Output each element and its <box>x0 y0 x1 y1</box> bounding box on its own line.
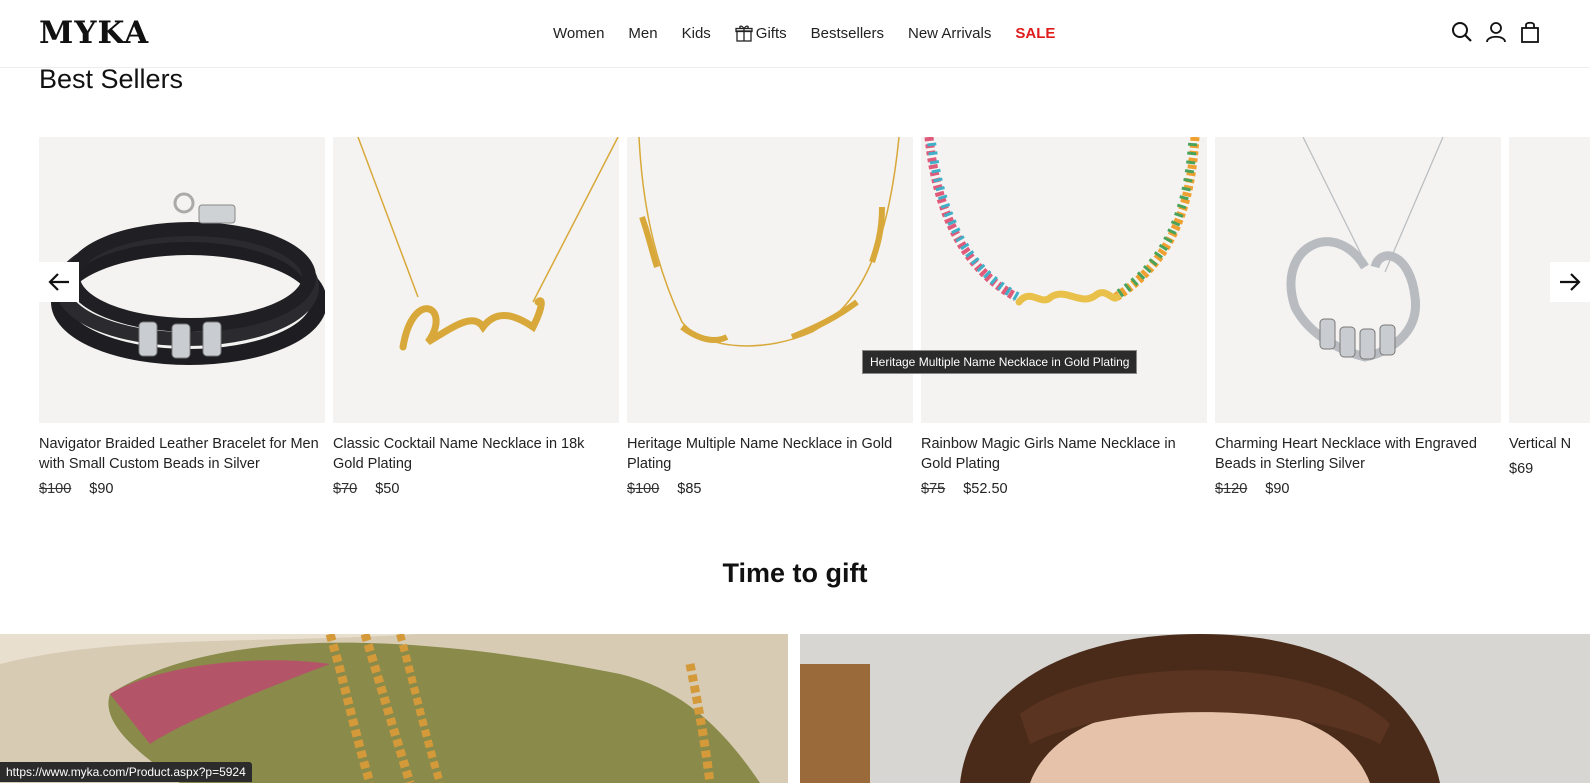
nav-gifts-label: Gifts <box>755 24 787 42</box>
gift-banner-portrait[interactable] <box>800 634 1590 783</box>
product-name[interactable]: Rainbow Magic Girls Name Necklace in Gol… <box>921 434 1207 474</box>
product-old-price: $100 <box>627 481 660 497</box>
status-bar-url: https://www.myka.com/Product.aspx?p=5924 <box>0 762 252 782</box>
product-old-price: $100 <box>39 481 72 497</box>
nav-bestsellers[interactable]: Bestsellers <box>811 25 884 42</box>
best-sellers-carousel: Navigator Braided Leather Bracelet for M… <box>39 137 1590 497</box>
product-card[interactable]: Rainbow Magic Girls Name Necklace in Gol… <box>921 137 1207 497</box>
carousel-next-button[interactable] <box>1550 262 1590 302</box>
product-image-multiple-name-necklace[interactable] <box>627 137 913 423</box>
best-sellers-title: Best Sellers <box>39 64 184 94</box>
product-price: $90 <box>1265 481 1290 497</box>
nav-men[interactable]: Men <box>628 25 657 42</box>
product-card[interactable]: Heritage Multiple Name Necklace in Gold … <box>627 137 913 497</box>
site-logo[interactable]: MYKA <box>39 15 149 51</box>
product-name[interactable]: Charming Heart Necklace with Engraved Be… <box>1215 434 1501 474</box>
time-to-gift-title: Time to gift <box>722 558 868 588</box>
product-name[interactable]: Navigator Braided Leather Bracelet for M… <box>39 434 325 474</box>
product-image-heart-necklace[interactable] <box>1215 137 1501 423</box>
carousel-prev-button[interactable] <box>39 262 79 302</box>
gift-banner-chains[interactable] <box>0 634 788 783</box>
product-name[interactable]: Classic Cocktail Name Necklace in 18k Go… <box>333 434 619 474</box>
product-price: $50 <box>375 481 400 497</box>
nav-new-arrivals[interactable]: New Arrivals <box>908 25 991 42</box>
product-card[interactable]: Navigator Braided Leather Bracelet for M… <box>39 137 325 497</box>
product-image-rainbow-necklace[interactable] <box>921 137 1207 423</box>
search-icon[interactable] <box>1450 20 1474 44</box>
product-old-price: $70 <box>333 481 358 497</box>
nav-kids[interactable]: Kids <box>682 25 711 42</box>
header-actions <box>1450 20 1542 44</box>
gift-icon <box>735 25 753 42</box>
product-price: $52.50 <box>963 481 1008 497</box>
product-image-name-necklace[interactable] <box>333 137 619 423</box>
nav-sale[interactable]: SALE <box>1015 25 1055 42</box>
nav-gifts[interactable]: Gifts <box>735 24 787 42</box>
arrow-right-icon <box>1560 273 1581 291</box>
product-price: $69 <box>1509 461 1534 477</box>
product-prices: $75 $52.50 <box>921 481 1207 497</box>
account-icon[interactable] <box>1484 20 1508 44</box>
product-prices: $100 $90 <box>39 481 325 497</box>
product-tooltip: Heritage Multiple Name Necklace in Gold … <box>862 350 1138 374</box>
product-prices: $100 $85 <box>627 481 913 497</box>
main-nav: Women Men Kids Gifts Bestsellers New Arr… <box>553 24 1079 42</box>
shopping-bag-icon[interactable] <box>1518 20 1542 44</box>
product-card[interactable]: Classic Cocktail Name Necklace in 18k Go… <box>333 137 619 497</box>
product-image-bracelet[interactable] <box>39 137 325 423</box>
product-card[interactable]: Vertical N $69 <box>1509 137 1590 477</box>
product-prices: $120 $90 <box>1215 481 1501 497</box>
product-price: $90 <box>89 481 114 497</box>
product-prices: $69 <box>1509 461 1590 477</box>
product-name[interactable]: Vertical N <box>1509 434 1590 454</box>
arrow-left-icon <box>48 273 69 291</box>
nav-women[interactable]: Women <box>553 25 604 42</box>
product-price: $85 <box>677 481 702 497</box>
site-header: MYKA Women Men Kids Gifts Bestsellers Ne… <box>0 0 1590 68</box>
product-old-price: $75 <box>921 481 946 497</box>
product-name[interactable]: Heritage Multiple Name Necklace in Gold … <box>627 434 913 474</box>
product-prices: $70 $50 <box>333 481 619 497</box>
product-card[interactable]: Charming Heart Necklace with Engraved Be… <box>1215 137 1501 497</box>
product-old-price: $120 <box>1215 481 1248 497</box>
